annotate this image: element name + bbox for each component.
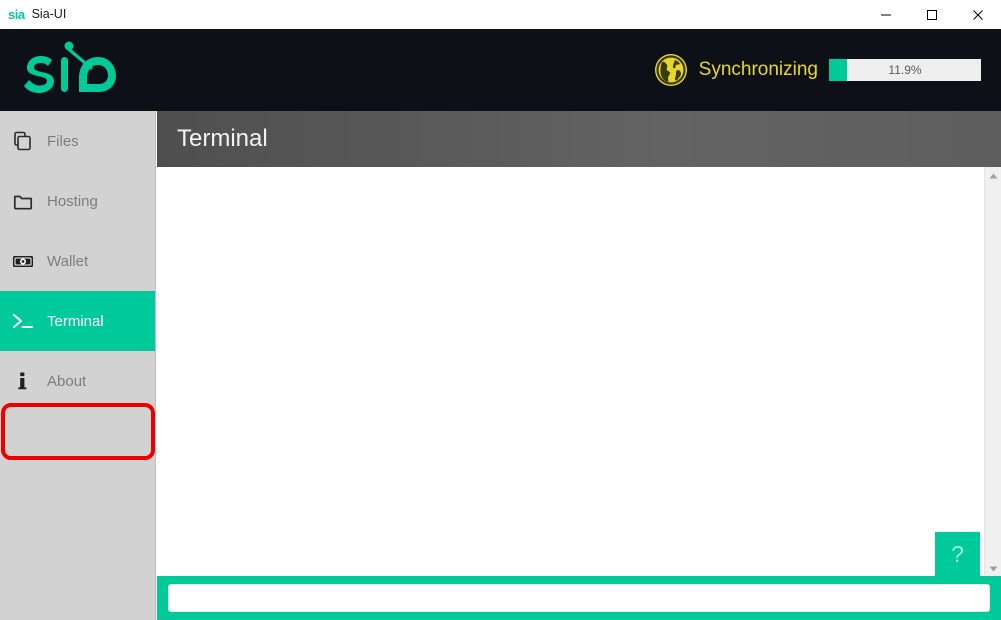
terminal-output [157, 167, 984, 577]
sync-progress-label: 11.9% [888, 63, 922, 77]
command-input[interactable] [168, 584, 990, 612]
folder-icon [12, 190, 34, 212]
sidebar-item-label: Wallet [47, 252, 89, 270]
sidebar-item-hosting[interactable]: Hosting [0, 171, 155, 231]
close-icon [973, 9, 983, 20]
app-header-bar: Synchronizing 11.9% [0, 29, 1001, 111]
page-header: Terminal [157, 111, 1001, 167]
sidebar-item-wallet[interactable]: Wallet [0, 231, 155, 291]
prompt-icon [12, 310, 34, 332]
sidebar-item-terminal[interactable]: Terminal [0, 291, 155, 351]
globe-icon [654, 54, 687, 86]
page-title: Terminal [177, 125, 268, 152]
sync-progress-bar: 11.9% [829, 59, 981, 81]
sidebar-item-files[interactable]: Files [0, 111, 155, 171]
main-content: Terminal ? [157, 111, 1001, 620]
sidebar-item-label: About [47, 372, 87, 390]
chevron-down-icon [989, 566, 998, 571]
active-item-highlight-annotation [1, 403, 155, 460]
window-title: Sia-UI [31, 7, 67, 21]
help-button[interactable]: ? [935, 532, 980, 577]
scroll-up-button[interactable] [985, 167, 1001, 184]
command-input-bar [157, 576, 1001, 620]
sidebar-nav: Files Hosting Wallet Terminal About [0, 111, 156, 620]
maximize-button[interactable] [909, 0, 955, 29]
titlebar-sia-logo-icon: sia [8, 6, 25, 22]
sia-brand-logo-icon [24, 41, 116, 93]
console-scrollbar[interactable] [984, 167, 1001, 577]
sidebar-item-label: Terminal [47, 312, 104, 330]
sidebar-item-label: Files [47, 132, 79, 150]
help-button-label: ? [951, 541, 964, 567]
minimize-button[interactable] [863, 0, 909, 29]
sync-status-label: Synchronizing [698, 59, 818, 80]
sync-status: Synchronizing 11.9% [654, 29, 981, 111]
info-icon [12, 370, 34, 392]
scroll-down-button[interactable] [985, 560, 1001, 577]
copy-files-icon [12, 130, 34, 152]
title-bar: sia Sia-UI [0, 0, 1001, 29]
terminal-console[interactable]: ? [157, 167, 1001, 577]
minimize-icon [881, 14, 891, 15]
sidebar-item-label: Hosting [47, 192, 98, 210]
app-window: sia Sia-UI Synchronizing 11.9% Files Hos… [0, 0, 1001, 620]
close-button[interactable] [955, 0, 1001, 29]
chevron-up-icon [989, 173, 998, 178]
maximize-icon [927, 9, 937, 20]
window-controls [863, 0, 1001, 29]
banknote-icon [12, 250, 34, 272]
sidebar-item-about[interactable]: About [0, 351, 155, 411]
